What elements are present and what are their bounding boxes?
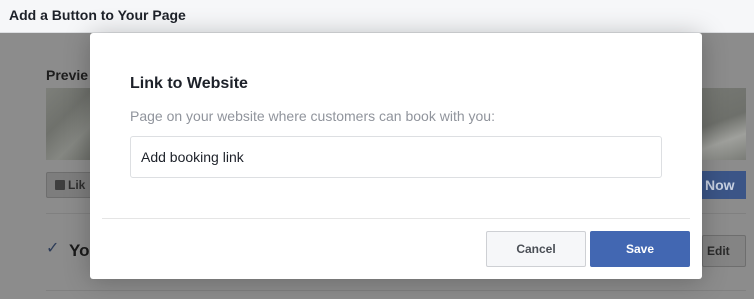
edit-button[interactable]: Edit: [702, 235, 746, 267]
booking-link-input[interactable]: [130, 136, 662, 178]
like-button[interactable]: Lik: [46, 172, 92, 198]
book-now-label: Now: [705, 177, 735, 193]
link-to-website-dialog: Link to Website Page on your website whe…: [90, 33, 702, 279]
edit-label: Edit: [707, 244, 730, 258]
preview-label: Previe: [46, 67, 89, 83]
dialog-divider: [102, 218, 690, 219]
save-button[interactable]: Save: [590, 231, 690, 267]
like-label: Lik: [68, 178, 86, 192]
dialog-title: Link to Website: [130, 75, 248, 92]
dialog-description: Page on your website where customers can…: [130, 108, 495, 124]
page-title: Add a Button to Your Page: [9, 7, 186, 23]
page-header: Add a Button to Your Page: [0, 0, 754, 33]
checkmark-icon: ✓: [46, 240, 60, 257]
cover-photo-right: [702, 88, 746, 160]
thumbs-up-icon: [55, 180, 65, 190]
cover-photo-left: [46, 88, 92, 160]
cancel-button[interactable]: Cancel: [486, 231, 586, 267]
book-now-button[interactable]: Now: [702, 171, 746, 199]
divider: [46, 290, 746, 291]
section-title: Yo: [69, 241, 90, 260]
